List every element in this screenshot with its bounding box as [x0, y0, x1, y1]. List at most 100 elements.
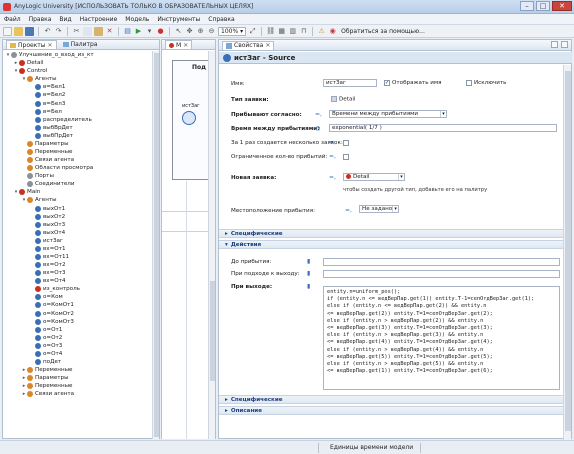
tree-item[interactable]: ▸ Связи агента [3, 390, 153, 398]
tree-item[interactable]: ▸ Переменные [3, 382, 153, 390]
tree-item[interactable]: выхОт4 [3, 229, 153, 237]
select-icon[interactable]: ↖ [174, 27, 183, 36]
maximize-panel-icon[interactable] [561, 41, 568, 48]
tab-projects[interactable]: Проекты ✕ [6, 40, 57, 49]
tree-item[interactable]: о=От4 [3, 350, 153, 358]
agent-type-field[interactable]: Detail [329, 96, 377, 104]
close-icon[interactable]: ✕ [183, 41, 188, 50]
section-specific-1[interactable]: ▸ Специфические [219, 229, 564, 238]
model-canvas[interactable]: Под истЗаг [162, 51, 210, 439]
tree-item[interactable]: вх=От2 [3, 261, 153, 269]
tree-scrollbar-thumb[interactable] [154, 53, 159, 437]
new-agent-select[interactable]: Detail ▾ [343, 173, 405, 181]
grid-icon[interactable]: ▦ [277, 27, 286, 36]
on-exit-field[interactable] [323, 270, 560, 278]
menu-view[interactable]: Вид [59, 16, 71, 23]
tree-item[interactable]: ▸ Переменные [3, 366, 153, 374]
tree-item[interactable]: ▸ Параметры [3, 374, 153, 382]
tree-item[interactable]: о=КомОт1 [3, 301, 153, 309]
maximize-button[interactable]: □ [536, 1, 550, 11]
pan-icon[interactable]: ✥ [185, 27, 194, 36]
param-mode-icon[interactable]: =, [329, 174, 339, 181]
menu-help[interactable]: Справка [208, 16, 234, 23]
minimize-panel-icon[interactable] [551, 41, 558, 48]
tree-item[interactable]: Связи агента [3, 156, 153, 164]
help-icon[interactable]: ◉ [328, 27, 337, 36]
tree-item[interactable]: Области просмотра [3, 164, 153, 172]
layers-icon[interactable]: ▥ [288, 27, 297, 36]
tree-item[interactable]: о=Ком [3, 293, 153, 301]
properties-scrollbar-thumb[interactable] [565, 71, 571, 431]
section-actions[interactable]: ▾ Действия [219, 240, 564, 249]
open-icon[interactable] [14, 26, 23, 36]
on-at-exit-code-editor[interactable]: entity.n=uniform_pos(); if (entity.n <= в… [323, 286, 560, 390]
editor-scrollbar-thumb[interactable] [210, 281, 215, 381]
code-mode-icon[interactable]: ◔ [315, 125, 325, 132]
exclude-checkbox[interactable]: Исключить [466, 80, 506, 86]
tree-item[interactable]: вх=От1 [3, 245, 153, 253]
zoom-in-icon[interactable]: ⊕ [196, 27, 205, 36]
tree-item[interactable]: вх=От11 [3, 253, 153, 261]
tree-item[interactable]: из_контроль [3, 285, 153, 293]
tree-item[interactable]: ▾ Улучшение_о_вход_из_кт [3, 51, 153, 59]
tree-item[interactable]: вх=От4 [3, 277, 153, 285]
close-icon[interactable]: ✕ [48, 41, 53, 50]
close-icon[interactable]: ✕ [265, 41, 270, 50]
tree-item[interactable]: распределитель [3, 116, 153, 124]
delete-icon[interactable]: ✕ [105, 27, 114, 36]
get-support-link[interactable]: Обратиться за помощью... [341, 28, 425, 35]
redo-icon[interactable]: ↷ [54, 27, 63, 36]
tree-item[interactable]: о=КомОт3 [3, 318, 153, 326]
menu-edit[interactable]: Правка [29, 16, 52, 23]
tree-item[interactable]: в=Бел1 [3, 83, 153, 91]
tree-item[interactable]: выбПрДет [3, 132, 153, 140]
cut-icon[interactable]: ✂ [72, 27, 81, 36]
tree-item[interactable]: ▾ Main [3, 188, 153, 196]
show-name-checkbox[interactable]: ✓ Отображать имя [384, 80, 442, 86]
paste-icon[interactable] [94, 26, 103, 36]
run-icon[interactable]: ▶ [134, 27, 143, 36]
multiple-checkbox[interactable] [343, 140, 349, 146]
tree-item[interactable]: вх=От3 [3, 269, 153, 277]
interarrival-field[interactable]: exponential( 1/7 ) [329, 124, 557, 132]
debug-icon[interactable]: ● [156, 27, 165, 36]
tree-item[interactable]: в=Бел2 [3, 91, 153, 99]
properties-scrollbar[interactable] [563, 65, 571, 440]
tree-item[interactable]: истЗаг [3, 237, 153, 245]
new-icon[interactable] [3, 26, 12, 36]
build-icon[interactable]: ▤ [123, 27, 132, 36]
param-mode-icon[interactable]: =, [345, 207, 355, 214]
magnet-icon[interactable]: ⊓ [299, 27, 308, 36]
on-before-field[interactable] [323, 258, 560, 266]
tree-item[interactable]: выбВрДет [3, 124, 153, 132]
section-description[interactable]: ▸ Описание [219, 406, 564, 415]
close-button[interactable]: ✕ [552, 1, 572, 11]
copy-icon[interactable] [83, 26, 92, 36]
arrivals-select[interactable]: Времени между прибытиями ▾ [329, 110, 447, 118]
minimize-button[interactable]: – [520, 1, 534, 11]
menu-model[interactable]: Модель [125, 16, 149, 23]
tab-main-editor[interactable]: M ✕ [165, 40, 193, 50]
tree-item[interactable]: Переменные [3, 148, 153, 156]
param-mode-icon[interactable]: =, [315, 111, 325, 118]
tree-item[interactable]: о=От2 [3, 334, 153, 342]
tree-item[interactable]: о=От1 [3, 326, 153, 334]
name-field[interactable]: истЗаг [323, 79, 377, 87]
location-select[interactable]: Не задано ▾ [359, 205, 399, 213]
section-specific-2[interactable]: ▸ Специфические [219, 395, 564, 404]
tab-palette[interactable]: Палитра [59, 40, 102, 49]
tree-item[interactable]: выхОт1 [3, 204, 153, 212]
tree-item[interactable]: Порты [3, 172, 153, 180]
tree-item[interactable]: в=Бел3 [3, 99, 153, 107]
tab-properties[interactable]: Свойства ✕ [222, 40, 275, 50]
tree-item[interactable]: ▾ Control [3, 67, 153, 75]
fit-icon[interactable]: ⤢ [248, 27, 257, 36]
tree-item[interactable]: о=От3 [3, 342, 153, 350]
save-icon[interactable] [25, 26, 34, 36]
project-tree[interactable]: ▾ Улучшение_о_вход_из_кт ▸ Detail ▾ Control ▾ А… [3, 51, 153, 439]
source-block-icon[interactable] [182, 111, 196, 125]
limited-checkbox[interactable] [343, 154, 349, 160]
tree-item[interactable]: поДет [3, 358, 153, 366]
menu-tools[interactable]: Инструменты [157, 16, 200, 23]
tree-item[interactable]: выхОт2 [3, 213, 153, 221]
